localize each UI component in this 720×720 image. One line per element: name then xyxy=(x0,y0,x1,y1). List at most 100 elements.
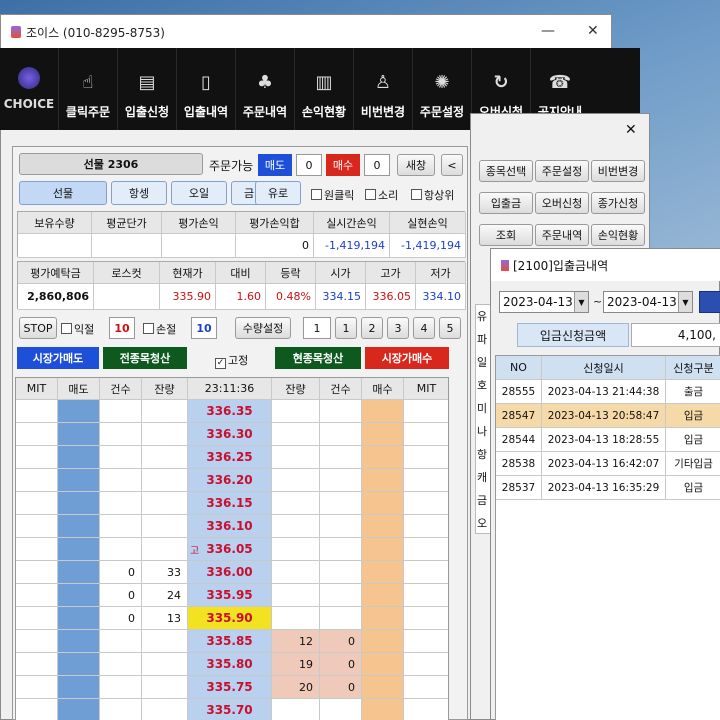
sell-cell[interactable] xyxy=(58,538,100,561)
side-btn-query[interactable]: 조회 xyxy=(479,224,533,246)
mit-buy-cell[interactable] xyxy=(404,492,448,515)
mit-buy-cell[interactable] xyxy=(404,538,448,561)
toolbar-deposit-history[interactable]: ▯ 입출내역 xyxy=(176,48,235,130)
mit-sell-cell[interactable] xyxy=(16,515,58,538)
mit-buy-cell[interactable] xyxy=(404,400,448,423)
market-buy-button[interactable]: 시장가매수 xyxy=(365,347,449,369)
mit-sell-cell[interactable] xyxy=(16,699,58,720)
mit-buy-cell[interactable] xyxy=(404,423,448,446)
mit-buy-cell[interactable] xyxy=(404,469,448,492)
profit-input[interactable]: 10 xyxy=(109,317,135,339)
price-cell[interactable]: 335.85 xyxy=(188,630,272,653)
buy-cell[interactable] xyxy=(362,584,404,607)
price-cell[interactable]: 336.10 xyxy=(188,515,272,538)
side-btn-deposit[interactable]: 입출금 xyxy=(479,192,533,214)
side-btn-order-settings[interactable]: 주문설정 xyxy=(535,160,589,182)
buy-cell[interactable] xyxy=(362,400,404,423)
mit-sell-cell[interactable] xyxy=(16,446,58,469)
mit-sell-cell[interactable] xyxy=(16,538,58,561)
fixed-checkbox[interactable]: ✓ 고정 xyxy=(215,352,248,369)
sell-cell[interactable] xyxy=(58,584,100,607)
tab-oil[interactable]: 오일 xyxy=(171,181,227,205)
mit-sell-cell[interactable] xyxy=(16,584,58,607)
mit-sell-cell[interactable] xyxy=(16,676,58,699)
sell-cell[interactable] xyxy=(58,561,100,584)
option-oneclick[interactable]: 원클릭 xyxy=(311,187,354,203)
sell-cell[interactable] xyxy=(58,400,100,423)
toolbar-click-order[interactable]: ☝ 클릭주문 xyxy=(58,48,117,130)
mit-sell-cell[interactable] xyxy=(16,492,58,515)
loss-input[interactable]: 10 xyxy=(191,317,217,339)
sell-cell[interactable] xyxy=(58,492,100,515)
history-row[interactable]: 28538 2023-04-13 16:42:07 기타입금 xyxy=(496,452,720,476)
sell-cell[interactable] xyxy=(58,653,100,676)
buy-cell[interactable] xyxy=(362,607,404,630)
side-btn-close-price[interactable]: 종가신청 xyxy=(591,192,645,214)
mit-buy-cell[interactable] xyxy=(404,561,448,584)
price-cell[interactable]: 335.80 xyxy=(188,653,272,676)
tab-euro[interactable]: 유로 xyxy=(255,181,301,205)
buy-cell[interactable] xyxy=(362,699,404,720)
price-cell[interactable]: 335.95 xyxy=(188,584,272,607)
profit-checkbox[interactable]: 익절 xyxy=(61,321,94,337)
mit-buy-cell[interactable] xyxy=(404,607,448,630)
buy-cell[interactable] xyxy=(362,676,404,699)
close-all-button[interactable]: 전종목청산 xyxy=(103,347,187,369)
buy-cell[interactable] xyxy=(362,515,404,538)
mit-sell-cell[interactable] xyxy=(16,653,58,676)
buy-cell[interactable] xyxy=(362,469,404,492)
qty-button-5[interactable]: 5 xyxy=(439,317,461,339)
toolbar-password[interactable]: ♙ 비번변경 xyxy=(353,48,412,130)
buy-cell[interactable] xyxy=(362,423,404,446)
buy-cell[interactable] xyxy=(362,630,404,653)
mit-sell-cell[interactable] xyxy=(16,469,58,492)
back-button[interactable]: < xyxy=(441,154,463,176)
option-sound[interactable]: 소리 xyxy=(365,187,398,203)
sell-cell[interactable] xyxy=(58,446,100,469)
price-cell[interactable]: 336.25 xyxy=(188,446,272,469)
close-current-button[interactable]: 현종목청산 xyxy=(275,347,361,369)
price-cell[interactable]: 336.20 xyxy=(188,469,272,492)
toolbar-order-history[interactable]: ♣ 주문내역 xyxy=(235,48,294,130)
mit-sell-cell[interactable] xyxy=(16,400,58,423)
price-cell[interactable]: 336.15 xyxy=(188,492,272,515)
mit-buy-cell[interactable] xyxy=(404,446,448,469)
qty-input[interactable]: 1 xyxy=(303,317,331,339)
sell-cell[interactable] xyxy=(58,676,100,699)
qty-button-2[interactable]: 2 xyxy=(361,317,383,339)
history-row[interactable]: 28544 2023-04-13 18:28:55 입금 xyxy=(496,428,720,452)
minimize-button[interactable]: — xyxy=(541,23,555,39)
buy-cell[interactable] xyxy=(362,561,404,584)
mit-buy-cell[interactable] xyxy=(404,653,448,676)
calendar-dropdown-icon[interactable]: ▼ xyxy=(574,292,588,312)
buy-cell[interactable] xyxy=(362,538,404,561)
side-btn-product[interactable]: 종목선택 xyxy=(479,160,533,182)
close-button[interactable]: ✕ xyxy=(587,23,599,39)
search-button[interactable] xyxy=(699,291,720,313)
mit-sell-cell[interactable] xyxy=(16,630,58,653)
price-cell[interactable]: 335.90 xyxy=(188,607,272,630)
qty-button-4[interactable]: 4 xyxy=(413,317,435,339)
sell-cell[interactable] xyxy=(58,469,100,492)
side-btn-order-history[interactable]: 주문내역 xyxy=(535,224,589,246)
side-close-button[interactable]: ✕ xyxy=(625,122,637,138)
price-cell[interactable]: 335.70 xyxy=(188,699,272,720)
option-topmost[interactable]: 항상위 xyxy=(411,187,454,203)
side-btn-pnl[interactable]: 손익현황 xyxy=(591,224,645,246)
sell-cell[interactable] xyxy=(58,423,100,446)
buy-cell[interactable] xyxy=(362,446,404,469)
price-cell[interactable]: 336.05 xyxy=(188,538,272,561)
buy-cell[interactable] xyxy=(362,492,404,515)
history-row[interactable]: 28555 2023-04-13 21:44:38 출금 xyxy=(496,380,720,404)
price-cell[interactable]: 336.00 xyxy=(188,561,272,584)
qty-setting-button[interactable]: 수량설정 xyxy=(235,317,291,339)
toolbar-order-settings[interactable]: ✺ 주문설정 xyxy=(412,48,471,130)
market-sell-button[interactable]: 시장가매도 xyxy=(17,347,99,369)
toolbar-deposit-request[interactable]: ▤ 입출신청 xyxy=(117,48,176,130)
price-cell[interactable]: 336.35 xyxy=(188,400,272,423)
toolbar-pnl[interactable]: ▥ 손익현황 xyxy=(294,48,353,130)
mit-buy-cell[interactable] xyxy=(404,630,448,653)
sell-cell[interactable] xyxy=(58,699,100,720)
mit-buy-cell[interactable] xyxy=(404,584,448,607)
tab-hangseng[interactable]: 항셍 xyxy=(111,181,167,205)
